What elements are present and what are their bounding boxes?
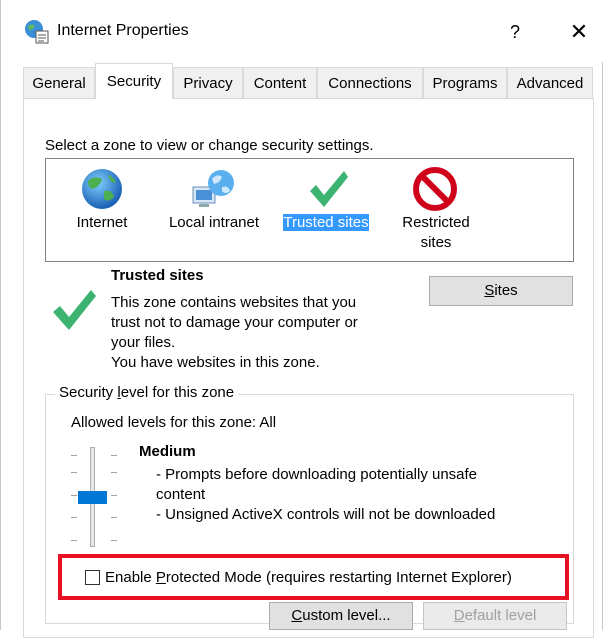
tab-general[interactable]: General bbox=[23, 67, 95, 98]
zone-trusted-sites[interactable]: Trusted sites bbox=[276, 165, 376, 233]
level-name: Medium bbox=[139, 443, 196, 460]
slider-tick bbox=[111, 517, 117, 518]
level-line: - Prompts before downloading potentially… bbox=[156, 466, 478, 483]
zone-local-intranet[interactable]: Local intranet bbox=[161, 165, 267, 233]
window-title: Internet Properties bbox=[57, 22, 189, 39]
protected-post: rotected Mode (requires restarting Inter… bbox=[165, 569, 512, 586]
slider-tick bbox=[71, 472, 77, 473]
allowed-levels-text: Allowed levels for this zone: All bbox=[71, 414, 277, 431]
zone-label-internet: Internet bbox=[76, 214, 128, 231]
default-label: efault level bbox=[464, 607, 537, 624]
zone-info-line: trust not to damage your computer or bbox=[111, 314, 358, 331]
tab-security[interactable]: Security bbox=[95, 63, 173, 99]
legend-pre: Security bbox=[59, 384, 118, 401]
tab-programs[interactable]: Programs bbox=[423, 67, 507, 98]
sites-button[interactable]: Sites bbox=[429, 276, 573, 306]
zone-label-restricted-sites-line2: sites bbox=[420, 234, 452, 251]
zone-label-trusted-sites: Trusted sites bbox=[282, 213, 370, 232]
slider-tick bbox=[71, 495, 77, 496]
protected-pre: Enable bbox=[105, 569, 156, 586]
slider-tick bbox=[111, 472, 117, 473]
protected-mode-checkbox[interactable] bbox=[85, 570, 100, 585]
slider-tick bbox=[71, 455, 77, 456]
internet-properties-window: Internet Properties ? ✕ General Security… bbox=[0, 0, 603, 638]
slider-tick bbox=[111, 495, 117, 496]
protected-mode-label[interactable]: Enable Protected Mode (requires restarti… bbox=[105, 569, 512, 586]
zone-list[interactable]: Internet Local intranet Trusted sites Re… bbox=[45, 158, 574, 262]
level-description: - Prompts before downloading potentially… bbox=[156, 465, 536, 525]
custom-level-button[interactable]: Custom level... bbox=[269, 602, 413, 630]
help-button[interactable]: ? bbox=[497, 14, 533, 50]
zone-prompt: Select a zone to view or change security… bbox=[45, 137, 374, 154]
legend-post: evel for this zone bbox=[120, 384, 235, 401]
tab-content[interactable]: Content bbox=[243, 67, 317, 98]
level-line: content bbox=[156, 486, 206, 503]
protected-accel: P bbox=[155, 569, 166, 586]
zone-info-description: This zone contains websites that you tru… bbox=[111, 293, 411, 373]
zone-info-line: your files. bbox=[111, 334, 176, 351]
internet-options-icon bbox=[23, 18, 49, 44]
slider-tick bbox=[71, 540, 77, 541]
tab-privacy[interactable]: Privacy bbox=[173, 67, 243, 98]
sites-button-accel: S bbox=[484, 282, 495, 299]
title-bar: Internet Properties ? ✕ bbox=[1, 0, 603, 62]
sites-button-label: ites bbox=[494, 282, 518, 299]
slider-tick bbox=[111, 540, 117, 541]
default-accel: D bbox=[453, 607, 465, 624]
trusted-sites-checkmark-icon bbox=[51, 286, 97, 336]
slider-thumb[interactable] bbox=[78, 491, 107, 504]
zone-label-local-intranet: Local intranet bbox=[168, 214, 260, 231]
close-button[interactable]: ✕ bbox=[561, 14, 597, 50]
no-entry-icon bbox=[413, 167, 457, 211]
zone-label-restricted-sites-line1: Restricted bbox=[402, 214, 470, 231]
zone-info-line: This zone contains websites that you bbox=[111, 294, 357, 311]
zone-info-title: Trusted sites bbox=[111, 267, 204, 284]
zone-restricted-sites[interactable]: Restricted sites bbox=[391, 165, 481, 253]
custom-accel: C bbox=[291, 607, 303, 624]
default-level-button[interactable]: Default level bbox=[423, 602, 567, 630]
checkmark-icon bbox=[310, 171, 348, 207]
zone-internet[interactable]: Internet bbox=[62, 165, 142, 233]
slider-tick bbox=[71, 517, 77, 518]
network-globe-icon bbox=[192, 170, 234, 207]
tab-connections[interactable]: Connections bbox=[317, 67, 423, 98]
level-line: - Unsigned ActiveX controls will not be … bbox=[156, 506, 496, 523]
security-level-legend: Security level for this zone bbox=[55, 384, 239, 401]
slider-tick bbox=[111, 455, 117, 456]
globe-icon bbox=[82, 169, 122, 209]
zone-info-line: You have websites in this zone. bbox=[111, 354, 320, 371]
tab-advanced[interactable]: Advanced bbox=[507, 67, 593, 98]
custom-label: ustom level... bbox=[302, 607, 391, 624]
